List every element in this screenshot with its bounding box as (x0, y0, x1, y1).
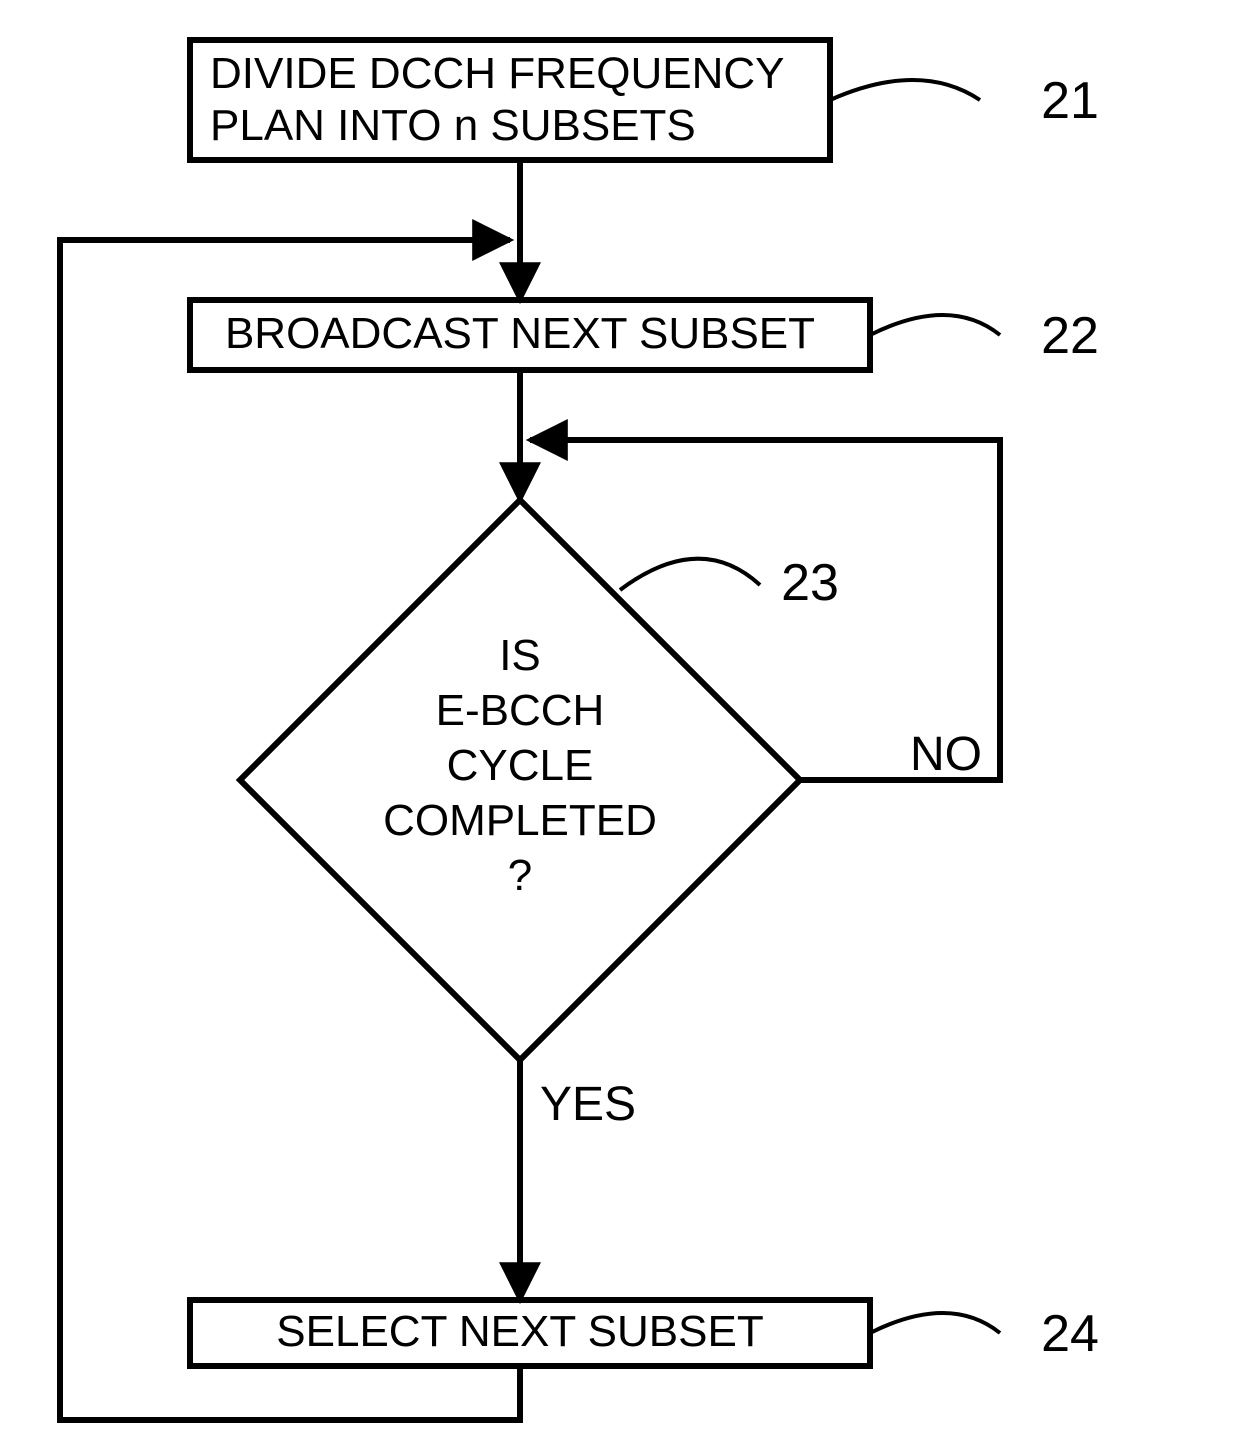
leader-24 (870, 1313, 1000, 1333)
leader-21 (830, 80, 980, 100)
label-yes: YES (540, 1078, 636, 1131)
flowchart: DIVIDE DCCH FREQUENCY PLAN INTO n SUBSET… (0, 0, 1240, 1449)
n23-l4: COMPLETED (383, 796, 657, 845)
n23-l5: ? (508, 851, 532, 900)
leader-22 (870, 315, 1000, 335)
n23-l1: IS (499, 631, 541, 680)
ref-24: 24 (1041, 1305, 1099, 1363)
n23-l3: CYCLE (447, 741, 594, 790)
ref-23: 23 (781, 554, 839, 612)
ref-21: 21 (1041, 72, 1099, 130)
label-no: NO (910, 728, 982, 781)
n21-l2: PLAN INTO n SUBSETS (210, 101, 696, 150)
n22-l1: BROADCAST NEXT SUBSET (225, 309, 815, 358)
ref-22: 22 (1041, 307, 1099, 365)
n21-l1: DIVIDE DCCH FREQUENCY (210, 49, 785, 98)
leader-23 (620, 559, 760, 590)
n23-l2: E-BCCH (436, 686, 605, 735)
n24-l1: SELECT NEXT SUBSET (276, 1307, 763, 1356)
